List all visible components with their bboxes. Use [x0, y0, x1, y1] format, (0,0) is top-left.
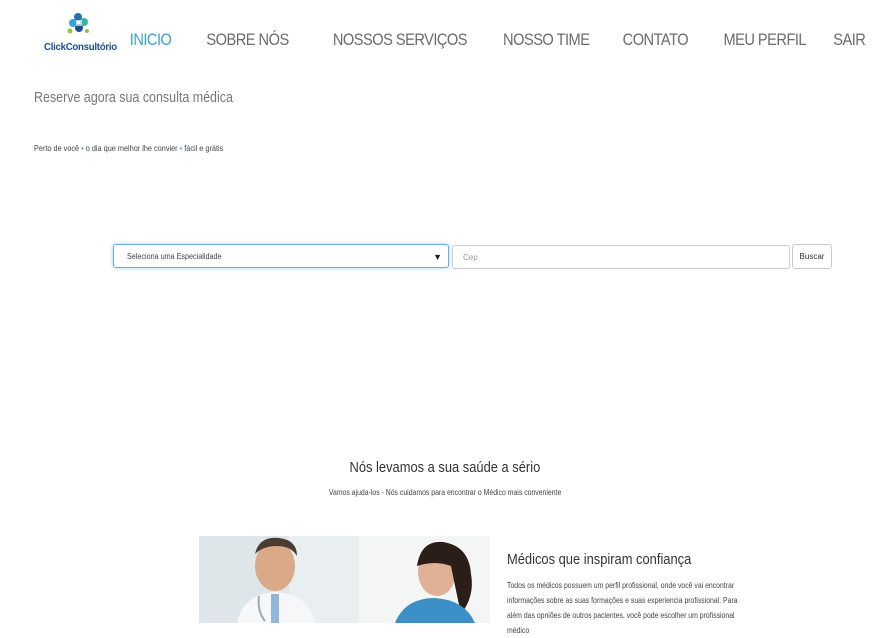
search-button[interactable]: Buscar — [792, 244, 832, 269]
feature-body: Todos os médicos possuem um perfil profi… — [507, 581, 738, 635]
nav-inicio[interactable]: INICIO — [130, 30, 172, 50]
specialty-select[interactable]: Seleciona uma Especialidade ▼ — [113, 244, 449, 268]
main-nav: INICIO SOBRE NÓS NOSSOS SERVIÇOS NOSSO T… — [101, 30, 866, 50]
hero-subtitle: Perto de você • o dia que melhor lhe con… — [34, 143, 223, 153]
section-subtitle: Vamos ajuda-los - Nós cuidamos para enco… — [0, 488, 890, 497]
nav-meu-perfil[interactable]: MEU PERFIL — [723, 30, 806, 50]
nav-sobre-nos[interactable]: SOBRE NÓS — [207, 30, 290, 50]
section-title: Nós levamos a sua saúde a sério — [0, 459, 890, 476]
nav-sair[interactable]: SAIR — [833, 30, 866, 50]
nav-nosso-time[interactable]: NOSSO TIME — [503, 30, 590, 50]
nav-nossos-servicos[interactable]: NOSSOS SERVIÇOS — [333, 30, 468, 50]
section-subtitle-text: Vamos ajuda-los - Nós cuidamos para enco… — [328, 488, 562, 497]
nav-contato[interactable]: CONTATO — [622, 30, 688, 50]
cep-placeholder: Cep — [463, 253, 478, 262]
caret-down-icon: ▼ — [433, 252, 442, 262]
cep-input[interactable]: Cep — [452, 245, 790, 269]
specialty-select-value: Seleciona uma Especialidade — [127, 252, 222, 261]
doctor-patient-photo — [199, 536, 490, 623]
hero-sub-part-2: o dia que melhor lhe convier — [85, 143, 178, 153]
separator-dot: • — [81, 143, 84, 153]
separator-dot: • — [179, 143, 183, 153]
feature-title: Médicos que inspiram confiança — [507, 551, 692, 568]
section-title-text: Nós levamos a sua saúde a sério — [349, 459, 541, 476]
hero-sub-part-3: fácil e grátis — [184, 143, 224, 153]
hero-sub-part-1: Perto de você — [34, 143, 80, 153]
hero-title: Reserve agora sua consulta médica — [34, 90, 233, 106]
logo-mark-icon — [67, 13, 89, 34]
